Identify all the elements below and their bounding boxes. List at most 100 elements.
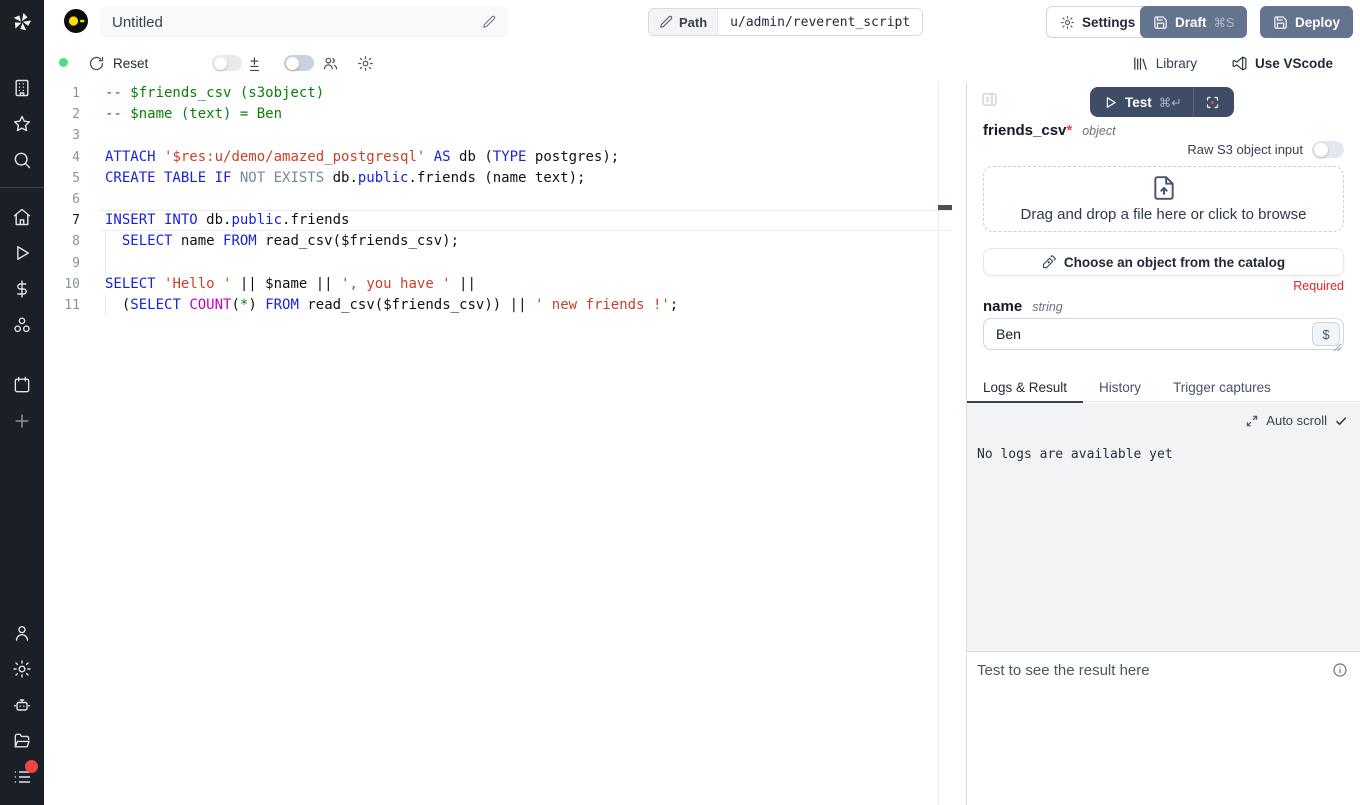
choose-object-catalog-button[interactable]: Choose an object from the catalog — [983, 248, 1344, 276]
code-line[interactable] — [100, 253, 952, 274]
line-number: 1 — [44, 83, 100, 104]
library-button[interactable]: Library — [1132, 55, 1197, 72]
workspace-icon[interactable] — [12, 78, 32, 98]
deploy-label: Deploy — [1295, 15, 1340, 30]
collapse-panel-icon[interactable] — [981, 91, 998, 108]
path-pencil-icon — [659, 15, 673, 29]
diff-symbol: ± — [250, 56, 259, 71]
home-icon[interactable] — [12, 207, 32, 227]
favorites-star-icon[interactable] — [12, 114, 32, 134]
test-label: Test — [1125, 95, 1152, 110]
script-title-box[interactable]: Untitled — [100, 7, 508, 37]
editor-toolbar: Reset ± — [44, 44, 1360, 82]
path-label: Path — [679, 15, 707, 30]
windmill-logo-icon[interactable] — [11, 11, 33, 33]
diff-toggle[interactable] — [212, 55, 242, 71]
arg-name-label: name string — [983, 298, 1063, 315]
raw-s3-toggle-row: Raw S3 object input — [1187, 141, 1344, 158]
code-line[interactable]: -- $name (text) = Ben — [100, 104, 952, 125]
code-line[interactable]: SELECT 'Hello ' || $name || ', you have … — [100, 274, 952, 295]
use-vscode-button[interactable]: Use VScode — [1231, 55, 1333, 72]
autoscroll-control[interactable]: Auto scroll — [1245, 413, 1348, 428]
catalog-button-label: Choose an object from the catalog — [1064, 255, 1285, 270]
code-line[interactable]: ATTACH '$res:u/demo/amazed_postgresql' A… — [100, 147, 952, 168]
expand-icon[interactable] — [1245, 414, 1259, 428]
search-icon[interactable] — [12, 150, 32, 170]
code-line[interactable]: SELECT name FROM read_csv($friends_csv); — [100, 231, 952, 252]
code-editor[interactable]: 1234567891011 -- $friends_csv (s3object)… — [44, 82, 952, 805]
script-title: Untitled — [112, 14, 482, 31]
deploy-button[interactable]: Deploy — [1260, 6, 1353, 38]
runs-play-icon[interactable] — [12, 243, 32, 263]
check-icon — [1334, 414, 1348, 428]
settings-gear-icon[interactable] — [12, 659, 32, 679]
schedules-calendar-icon[interactable] — [12, 375, 32, 395]
path-group[interactable]: Path u/admin/reverent_script — [648, 8, 923, 36]
reset-button[interactable]: Reset — [88, 44, 148, 82]
tab-history[interactable]: History — [1083, 374, 1157, 402]
name-input[interactable] — [984, 319, 1343, 349]
topbar: Untitled Path u/admin/reverent_script — [44, 0, 1360, 44]
multiplayer-toggle-group — [284, 44, 339, 82]
arg-type: string — [1032, 300, 1063, 314]
path-edit-button[interactable]: Path — [649, 9, 718, 35]
edit-title-pencil-icon[interactable] — [482, 15, 496, 29]
toolbar-right: Library Use VScode — [1132, 44, 1333, 82]
name-input-wrapper: $ — [983, 318, 1344, 350]
line-number: 4 — [44, 147, 100, 168]
reset-icon — [88, 55, 105, 72]
test-shortcut: ⌘↵ — [1159, 95, 1182, 110]
autoscroll-label: Auto scroll — [1266, 413, 1327, 428]
scan-record-icon — [1205, 95, 1220, 110]
raw-s3-toggle[interactable] — [1312, 141, 1344, 158]
settings-gear-icon — [1060, 15, 1075, 30]
variables-dollar-icon[interactable] — [12, 279, 32, 299]
gear-icon[interactable] — [357, 55, 374, 72]
play-icon — [1103, 95, 1118, 110]
code-line[interactable]: (SELECT COUNT(*) FROM read_csv($friends_… — [100, 295, 952, 316]
required-asterisk: * — [1066, 122, 1072, 139]
save-icon — [1273, 15, 1288, 30]
test-button[interactable]: Test ⌘↵ — [1092, 95, 1193, 110]
resources-icon[interactable] — [12, 315, 32, 335]
line-number: 7 — [44, 210, 100, 231]
code-line[interactable]: -- $friends_csv (s3object) — [100, 83, 952, 104]
diff-toggle-group: ± — [212, 44, 259, 82]
user-icon[interactable] — [12, 623, 32, 643]
settings-button[interactable]: Settings — [1046, 6, 1149, 38]
line-number: 2 — [44, 104, 100, 125]
info-icon[interactable] — [1332, 662, 1348, 678]
audit-logs-list-icon[interactable] — [12, 767, 32, 787]
line-number: 10 — [44, 274, 100, 295]
status-dot — [59, 58, 68, 67]
line-number: 8 — [44, 231, 100, 252]
capture-test-button[interactable] — [1194, 95, 1232, 110]
file-dropzone[interactable]: Drag and drop a file here or click to br… — [983, 166, 1344, 232]
editor-scrollbar[interactable] — [938, 82, 952, 805]
raw-s3-label: Raw S3 object input — [1187, 142, 1303, 157]
gutter: 1234567891011 — [44, 83, 100, 316]
code-line[interactable]: INSERT INTO db.public.friends — [100, 210, 952, 231]
result-tabs: Logs & Result History Trigger captures — [967, 374, 1360, 402]
library-label: Library — [1156, 56, 1197, 71]
users-icon — [322, 55, 339, 72]
tab-trigger-captures[interactable]: Trigger captures — [1157, 374, 1287, 402]
draft-button[interactable]: Draft ⌘S — [1140, 6, 1247, 38]
tab-logs-result[interactable]: Logs & Result — [967, 374, 1083, 402]
resize-handle[interactable] — [1333, 339, 1342, 348]
duckdb-language-icon — [64, 9, 88, 33]
logs-pane: Auto scroll No logs are available yet — [967, 403, 1360, 651]
multiplayer-toggle[interactable] — [284, 55, 314, 71]
code-area[interactable]: -- $friends_csv (s3object)-- $name (text… — [100, 83, 952, 316]
folder-icon[interactable] — [12, 731, 32, 751]
code-line[interactable]: CREATE TABLE IF NOT EXISTS db.public.fri… — [100, 168, 952, 189]
arg-name: name — [983, 298, 1022, 315]
add-plus-icon[interactable] — [12, 411, 32, 431]
line-number: 9 — [44, 253, 100, 274]
code-line[interactable] — [100, 189, 952, 210]
code-line[interactable] — [100, 125, 952, 146]
required-hint: Required — [1293, 279, 1344, 293]
overview-ruler-mark — [938, 205, 952, 210]
draft-shortcut: ⌘S — [1214, 15, 1235, 30]
ai-robot-icon[interactable] — [12, 695, 32, 715]
